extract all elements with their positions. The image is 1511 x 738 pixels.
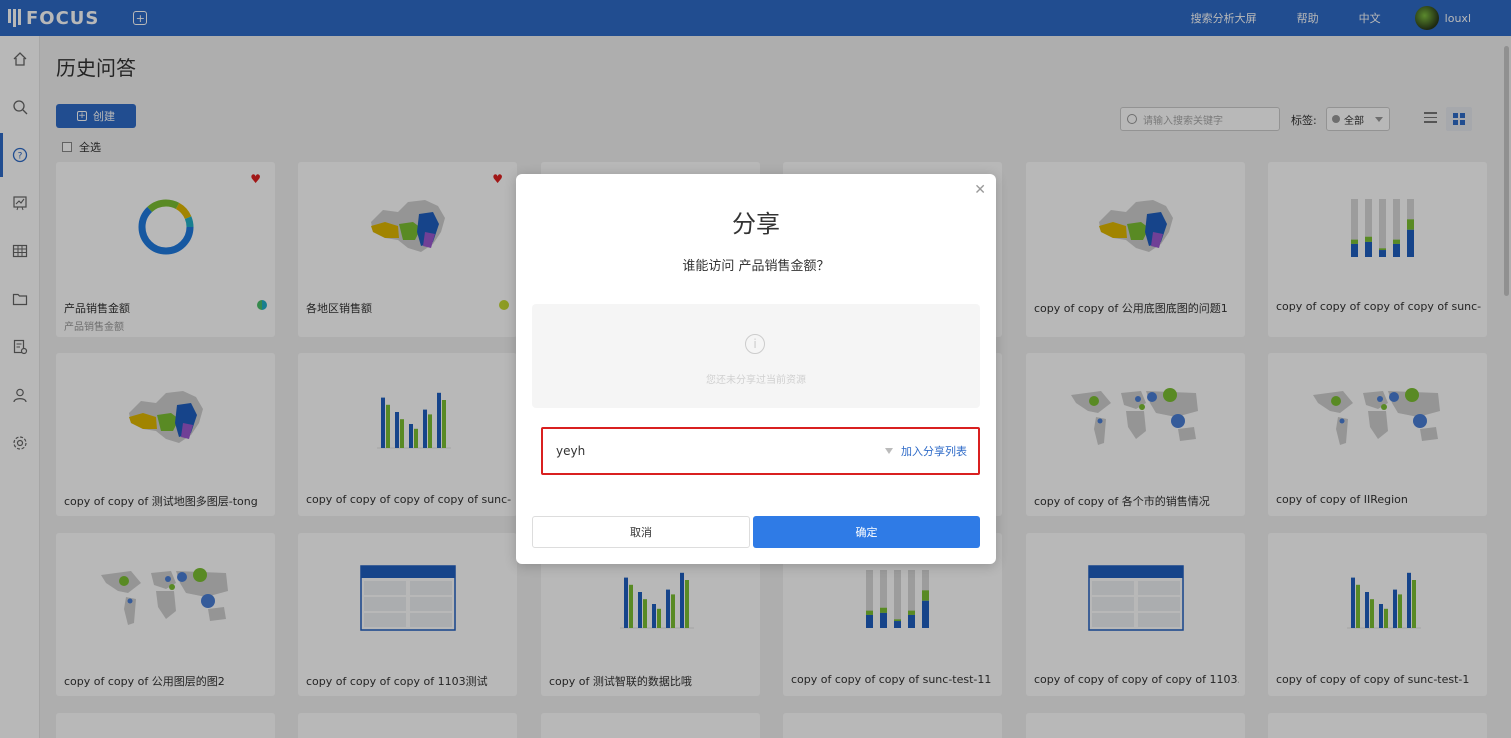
share-dialog: ✕ 分享 谁能访问 产品销售金额？ i 您还未分享过当前资源 yeyh 加入分享… <box>516 174 996 564</box>
share-user-row: yeyh 加入分享列表 <box>541 427 980 475</box>
add-to-share-list-link[interactable]: 加入分享列表 <box>901 443 967 459</box>
dialog-title: 分享 <box>732 210 780 238</box>
empty-message: 您还未分享过当前资源 <box>706 375 806 386</box>
user-select-input[interactable]: yeyh <box>556 444 585 458</box>
chevron-down-icon[interactable] <box>885 448 893 454</box>
dialog-subtitle: 谁能访问 产品销售金额？ <box>682 259 830 274</box>
cancel-button[interactable]: 取消 <box>532 516 750 548</box>
share-list-empty: i 您还未分享过当前资源 <box>532 304 980 408</box>
confirm-button[interactable]: 确定 <box>753 516 980 548</box>
info-icon: i <box>745 334 765 354</box>
close-icon[interactable]: ✕ <box>974 182 986 198</box>
